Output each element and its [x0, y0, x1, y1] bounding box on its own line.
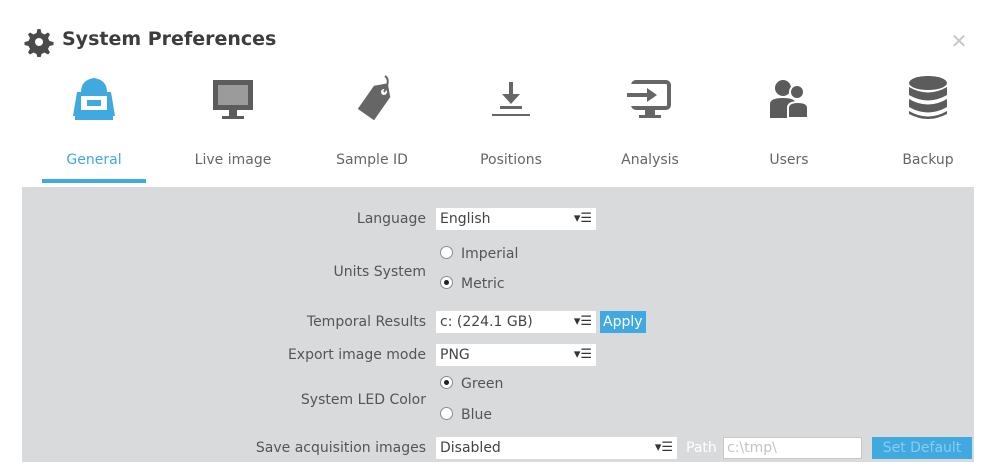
language-value: English	[440, 211, 491, 227]
tab-general[interactable]: General	[34, 70, 154, 185]
tab-label: Live image	[194, 152, 272, 168]
tab-label: Sample ID	[336, 152, 408, 168]
radio-button-selected-icon	[440, 376, 453, 389]
tab-analysis[interactable]: Analysis	[590, 70, 710, 185]
temporal-results-select[interactable]: c: (224.1 GB) ▾☰	[436, 311, 596, 333]
radio-button-selected-icon	[440, 276, 453, 289]
tab-label: Analysis	[621, 152, 679, 168]
preferences-tabs: General Live image Sample ID Positions A…	[10, 70, 974, 185]
save-acquisition-images-value: Disabled	[440, 440, 501, 456]
tab-label: Backup	[902, 152, 954, 168]
monitor-icon	[213, 80, 253, 119]
path-input[interactable]	[723, 437, 862, 459]
tab-label: Positions	[480, 152, 542, 168]
path-label: Path	[686, 440, 717, 456]
users-icon	[770, 80, 809, 119]
tab-live-image[interactable]: Live image	[173, 70, 293, 185]
active-tab-indicator	[42, 179, 146, 183]
apply-button[interactable]: Apply	[600, 311, 646, 333]
tag-icon	[357, 75, 391, 121]
general-icon	[73, 78, 115, 120]
language-label: Language	[356, 211, 426, 227]
dropdown-list-icon: ▾☰	[654, 440, 673, 455]
radio-button-icon	[440, 407, 453, 420]
title-bar: System Preferences ✕	[10, 10, 974, 68]
save-acquisition-images-select[interactable]: Disabled ▾☰	[436, 437, 677, 459]
window-title: System Preferences	[62, 28, 277, 50]
tab-positions[interactable]: Positions	[451, 70, 571, 185]
temporal-results-label: Temporal Results	[306, 314, 426, 330]
tab-label: General	[66, 152, 122, 168]
units-system-label: Units System	[333, 264, 426, 280]
export-icon	[627, 80, 671, 118]
export-image-mode-select[interactable]: PNG ▾☰	[436, 344, 596, 366]
dropdown-list-icon: ▾☰	[573, 314, 592, 329]
temporal-results-value: c: (224.1 GB)	[440, 314, 533, 330]
tab-sample-id[interactable]: Sample ID	[312, 70, 432, 185]
radio-label: Blue	[461, 407, 492, 423]
tab-users[interactable]: Users	[729, 70, 849, 185]
radio-label: Green	[461, 376, 504, 392]
tab-label: Users	[769, 152, 809, 168]
gear-icon	[24, 29, 54, 57]
dropdown-list-icon: ▾☰	[573, 347, 592, 362]
led-green-radio[interactable]: Green	[440, 376, 503, 392]
set-default-button[interactable]: Set Default	[872, 437, 972, 459]
radio-label: Imperial	[461, 246, 519, 262]
led-blue-radio[interactable]: Blue	[440, 407, 492, 423]
export-image-mode-value: PNG	[440, 347, 470, 363]
units-metric-radio[interactable]: Metric	[440, 276, 505, 292]
dropdown-list-icon: ▾☰	[573, 211, 592, 226]
system-led-color-label: System LED Color	[300, 392, 426, 408]
general-settings-panel: Language English ▾☰ Units System Imperia…	[22, 187, 974, 462]
save-acquisition-images-label: Save acquisition images	[255, 440, 426, 456]
database-icon	[909, 76, 947, 119]
download-icon	[492, 82, 530, 116]
radio-label: Metric	[461, 276, 505, 292]
close-button[interactable]: ✕	[950, 31, 968, 51]
units-imperial-radio[interactable]: Imperial	[440, 246, 518, 262]
language-select[interactable]: English ▾☰	[436, 208, 596, 230]
tab-backup[interactable]: Backup	[868, 70, 982, 185]
export-image-mode-label: Export image mode	[287, 347, 426, 363]
radio-button-icon	[440, 246, 453, 259]
system-preferences-window: System Preferences ✕ General Live image	[10, 10, 974, 462]
